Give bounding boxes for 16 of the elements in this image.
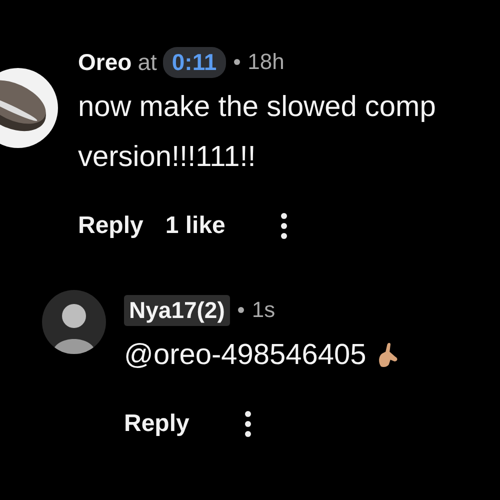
timestamp-link[interactable]: 0:11 bbox=[162, 46, 226, 78]
comment-text: version!!!111!! bbox=[78, 140, 256, 175]
comment-text: @oreo-498546405 bbox=[124, 338, 366, 373]
comment-text: now make the slowed comp bbox=[78, 90, 436, 125]
reply-button[interactable]: Reply bbox=[78, 212, 144, 240]
comment-age: 1s bbox=[252, 297, 276, 323]
comment-age: 18h bbox=[248, 49, 284, 75]
separator-dot bbox=[238, 307, 244, 313]
more-options-icon[interactable] bbox=[279, 212, 290, 240]
author-name[interactable]: Nya17(2) bbox=[124, 294, 230, 326]
reply-button[interactable]: Reply bbox=[124, 410, 190, 438]
at-label: at bbox=[138, 48, 157, 76]
like-count: 1 like bbox=[165, 212, 226, 240]
more-options-icon[interactable] bbox=[243, 410, 254, 438]
author-name[interactable]: Oreo bbox=[78, 48, 132, 76]
separator-dot bbox=[234, 59, 240, 65]
